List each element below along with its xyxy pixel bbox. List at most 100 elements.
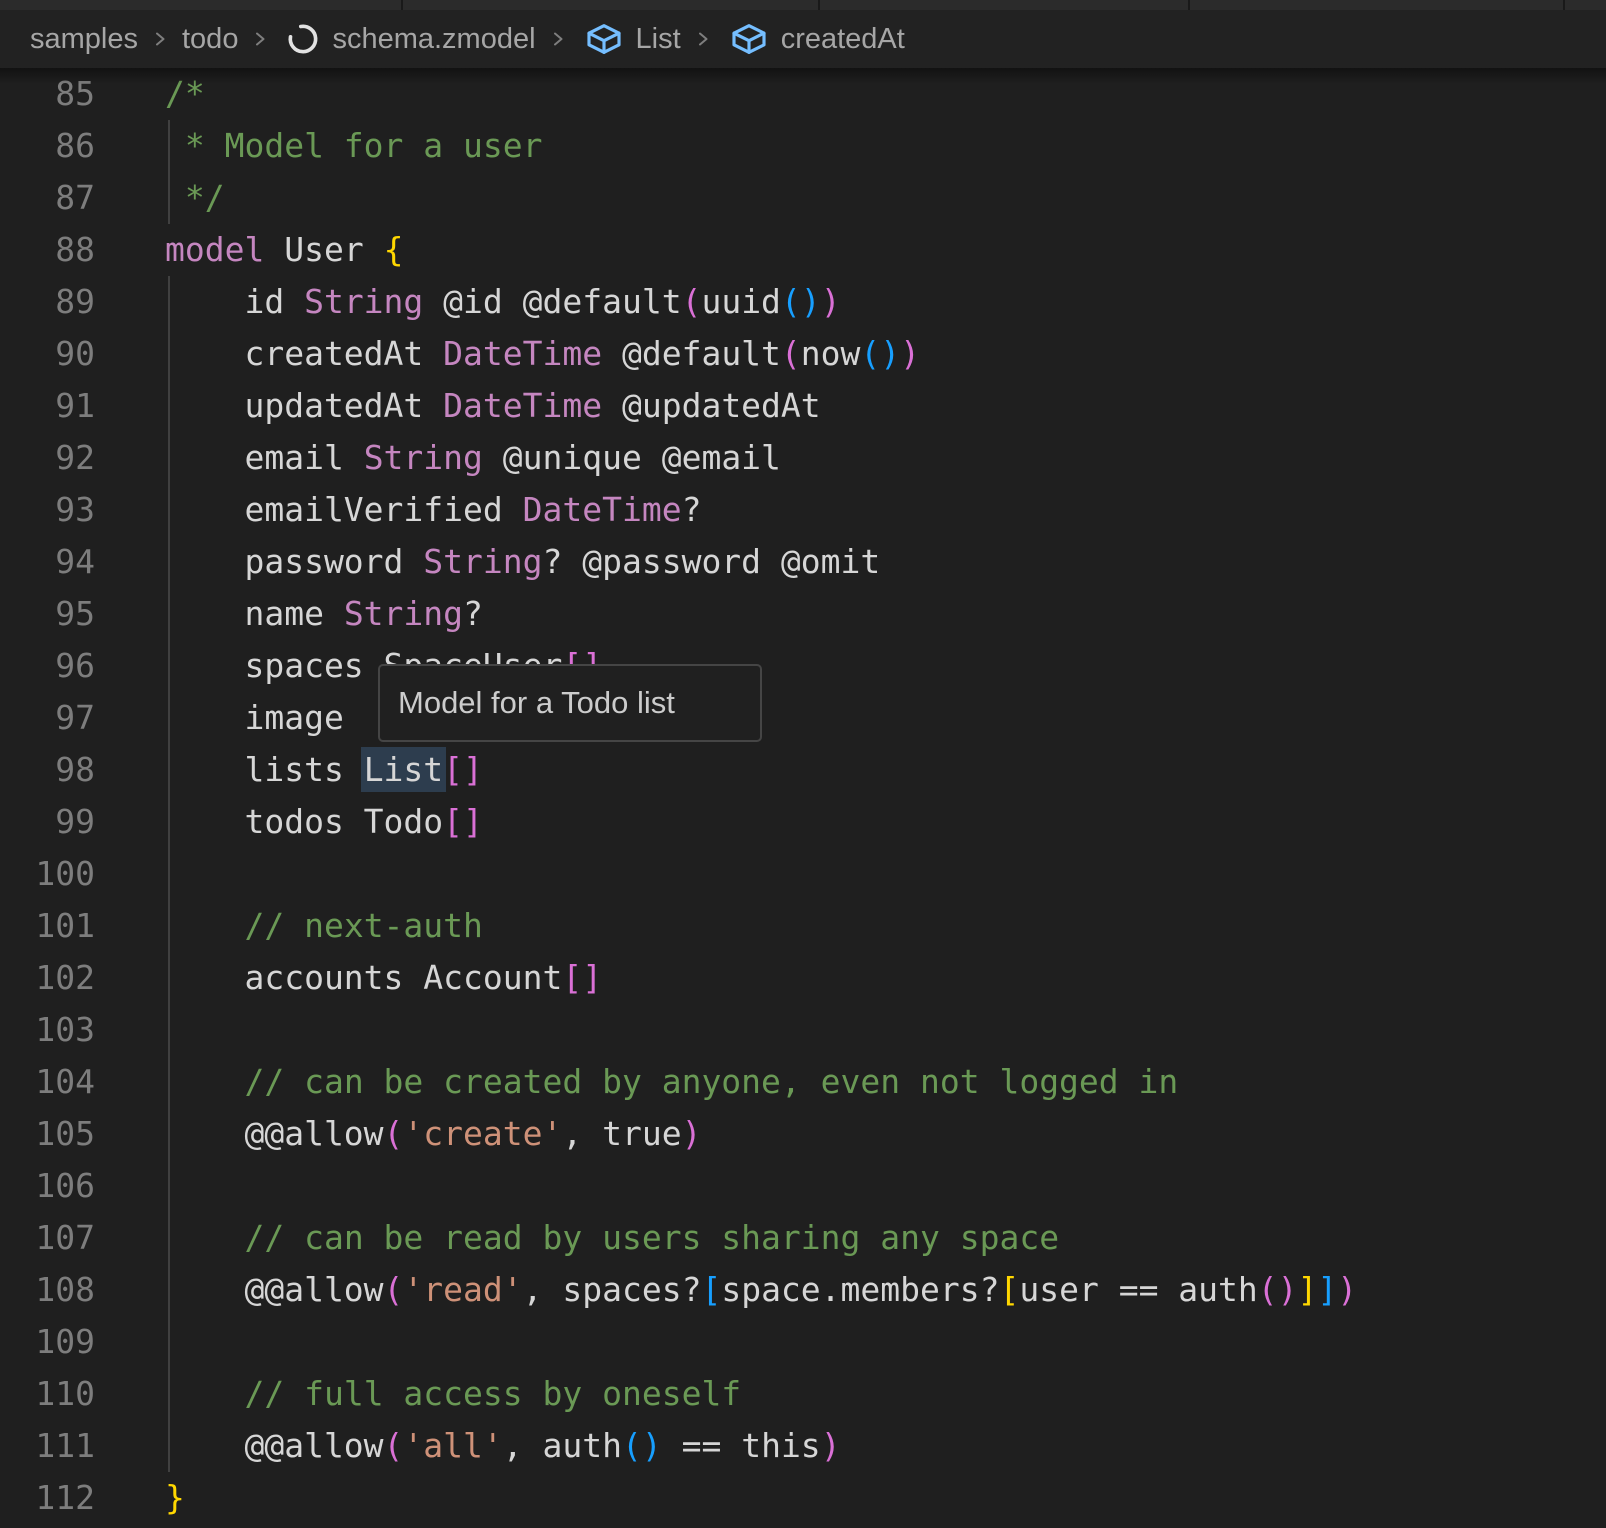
line-number[interactable]: 88 xyxy=(0,224,95,276)
code-line: 110 // full access by oneself xyxy=(0,1368,1606,1420)
tab-divider xyxy=(401,0,403,10)
code-line: 107 // can be read by users sharing any … xyxy=(0,1212,1606,1264)
code-line: 90 createdAt DateTime @default(now()) xyxy=(0,328,1606,380)
code-line: 108 @@allow('read', spaces?[space.member… xyxy=(0,1264,1606,1316)
code-line-content[interactable]: image xyxy=(95,692,1606,744)
code-line: 106 xyxy=(0,1160,1606,1212)
line-number[interactable]: 107 xyxy=(0,1212,95,1264)
tab-divider xyxy=(1563,0,1565,10)
code-line-content[interactable]: } xyxy=(95,1472,1606,1524)
code-line: 98 lists List[] xyxy=(0,744,1606,796)
line-number[interactable]: 94 xyxy=(0,536,95,588)
code-line-content[interactable]: @@allow('create', true) xyxy=(95,1108,1606,1160)
code-line: 112} xyxy=(0,1472,1606,1524)
code-editor[interactable]: 85/*86 * Model for a user87 */88model Us… xyxy=(0,68,1606,1528)
editor-tab-strip[interactable] xyxy=(0,0,1606,10)
highlighted-word[interactable]: List xyxy=(364,750,443,789)
model-cube-icon[interactable] xyxy=(727,19,771,59)
line-number[interactable]: 100 xyxy=(0,848,95,900)
line-number[interactable]: 90 xyxy=(0,328,95,380)
code-line: 88model User { xyxy=(0,224,1606,276)
line-number[interactable]: 102 xyxy=(0,952,95,1004)
code-line-content[interactable]: emailVerified DateTime? xyxy=(95,484,1606,536)
code-line-content[interactable]: accounts Account[] xyxy=(95,952,1606,1004)
code-line: 105 @@allow('create', true) xyxy=(0,1108,1606,1160)
line-number[interactable]: 103 xyxy=(0,1004,95,1056)
line-number[interactable]: 106 xyxy=(0,1160,95,1212)
code-line-content[interactable]: name String? xyxy=(95,588,1606,640)
tab-divider xyxy=(1188,0,1190,10)
code-line: 93 emailVerified DateTime? xyxy=(0,484,1606,536)
line-number[interactable]: 98 xyxy=(0,744,95,796)
line-number[interactable]: 96 xyxy=(0,640,95,692)
code-line: 95 name String? xyxy=(0,588,1606,640)
line-number[interactable]: 111 xyxy=(0,1420,95,1472)
code-line: 104 // can be created by anyone, even no… xyxy=(0,1056,1606,1108)
indent-guide xyxy=(168,120,170,224)
code-line-content[interactable]: @@allow('read', spaces?[space.members?[u… xyxy=(95,1264,1606,1316)
chevron-right-icon xyxy=(546,27,570,51)
code-line-content[interactable]: createdAt DateTime @default(now()) xyxy=(95,328,1606,380)
code-line-content[interactable]: /* xyxy=(95,68,1606,120)
hover-tooltip-text: Model for a Todo list xyxy=(398,685,675,721)
code-line: 99 todos Todo[] xyxy=(0,796,1606,848)
code-line-content[interactable] xyxy=(95,1316,1606,1368)
code-line-content[interactable]: id String @id @default(uuid()) xyxy=(95,276,1606,328)
code-line: 97 image xyxy=(0,692,1606,744)
loading-spinner-icon[interactable] xyxy=(284,20,322,58)
code-line-content[interactable]: * Model for a user xyxy=(95,120,1606,172)
breadcrumb-item-samples[interactable]: samples xyxy=(30,23,138,56)
line-number[interactable]: 86 xyxy=(0,120,95,172)
code-line: 101 // next-auth xyxy=(0,900,1606,952)
indent-guide xyxy=(168,276,170,1472)
code-line-content[interactable]: todos Todo[] xyxy=(95,796,1606,848)
code-line: 92 email String @unique @email xyxy=(0,432,1606,484)
chevron-right-icon xyxy=(248,27,272,51)
line-number[interactable]: 95 xyxy=(0,588,95,640)
line-number[interactable]: 87 xyxy=(0,172,95,224)
model-cube-icon[interactable] xyxy=(582,19,626,59)
line-number[interactable]: 97 xyxy=(0,692,95,744)
line-number[interactable]: 108 xyxy=(0,1264,95,1316)
breadcrumb-item-createdat[interactable]: createdAt xyxy=(781,23,905,56)
code-line-content[interactable]: // can be read by users sharing any spac… xyxy=(95,1212,1606,1264)
code-line: 87 */ xyxy=(0,172,1606,224)
code-line-content[interactable]: */ xyxy=(95,172,1606,224)
line-number[interactable]: 110 xyxy=(0,1368,95,1420)
code-line-content[interactable] xyxy=(95,1004,1606,1056)
line-number[interactable]: 89 xyxy=(0,276,95,328)
code-line-content[interactable]: @@allow('all', auth() == this) xyxy=(95,1420,1606,1472)
code-line-content[interactable] xyxy=(95,848,1606,900)
code-line: 85/* xyxy=(0,68,1606,120)
line-number[interactable]: 92 xyxy=(0,432,95,484)
line-number[interactable]: 93 xyxy=(0,484,95,536)
code-line-content[interactable]: lists List[] xyxy=(95,744,1606,796)
code-line-content[interactable]: updatedAt DateTime @updatedAt xyxy=(95,380,1606,432)
breadcrumb-item-todo[interactable]: todo xyxy=(182,23,238,56)
code-line: 100 xyxy=(0,848,1606,900)
breadcrumb-item-list[interactable]: List xyxy=(636,23,681,56)
breadcrumb-item-schema-zmodel[interactable]: schema.zmodel xyxy=(332,23,535,56)
code-line-content[interactable]: // can be created by anyone, even not lo… xyxy=(95,1056,1606,1108)
code-line: 103 xyxy=(0,1004,1606,1056)
line-number[interactable]: 99 xyxy=(0,796,95,848)
code-line-content[interactable]: email String @unique @email xyxy=(95,432,1606,484)
line-number[interactable]: 105 xyxy=(0,1108,95,1160)
code-line-content[interactable]: // next-auth xyxy=(95,900,1606,952)
code-line: 109 xyxy=(0,1316,1606,1368)
line-number[interactable]: 85 xyxy=(0,68,95,120)
line-number[interactable]: 104 xyxy=(0,1056,95,1108)
breadcrumb: samples todo schema.zmodel List xyxy=(0,10,1606,68)
line-number[interactable]: 91 xyxy=(0,380,95,432)
code-line-content[interactable] xyxy=(95,1160,1606,1212)
line-number[interactable]: 112 xyxy=(0,1472,95,1524)
line-number[interactable]: 101 xyxy=(0,900,95,952)
code-line-content[interactable]: // full access by oneself xyxy=(95,1368,1606,1420)
code-line-content[interactable]: spaces SpaceUser[] xyxy=(95,640,1606,692)
code-line: 94 password String? @password @omit xyxy=(0,536,1606,588)
code-line-content[interactable]: password String? @password @omit xyxy=(95,536,1606,588)
code-line: 89 id String @id @default(uuid()) xyxy=(0,276,1606,328)
line-number[interactable]: 109 xyxy=(0,1316,95,1368)
code-line-content[interactable]: model User { xyxy=(95,224,1606,276)
hover-tooltip: Model for a Todo list xyxy=(378,664,762,742)
